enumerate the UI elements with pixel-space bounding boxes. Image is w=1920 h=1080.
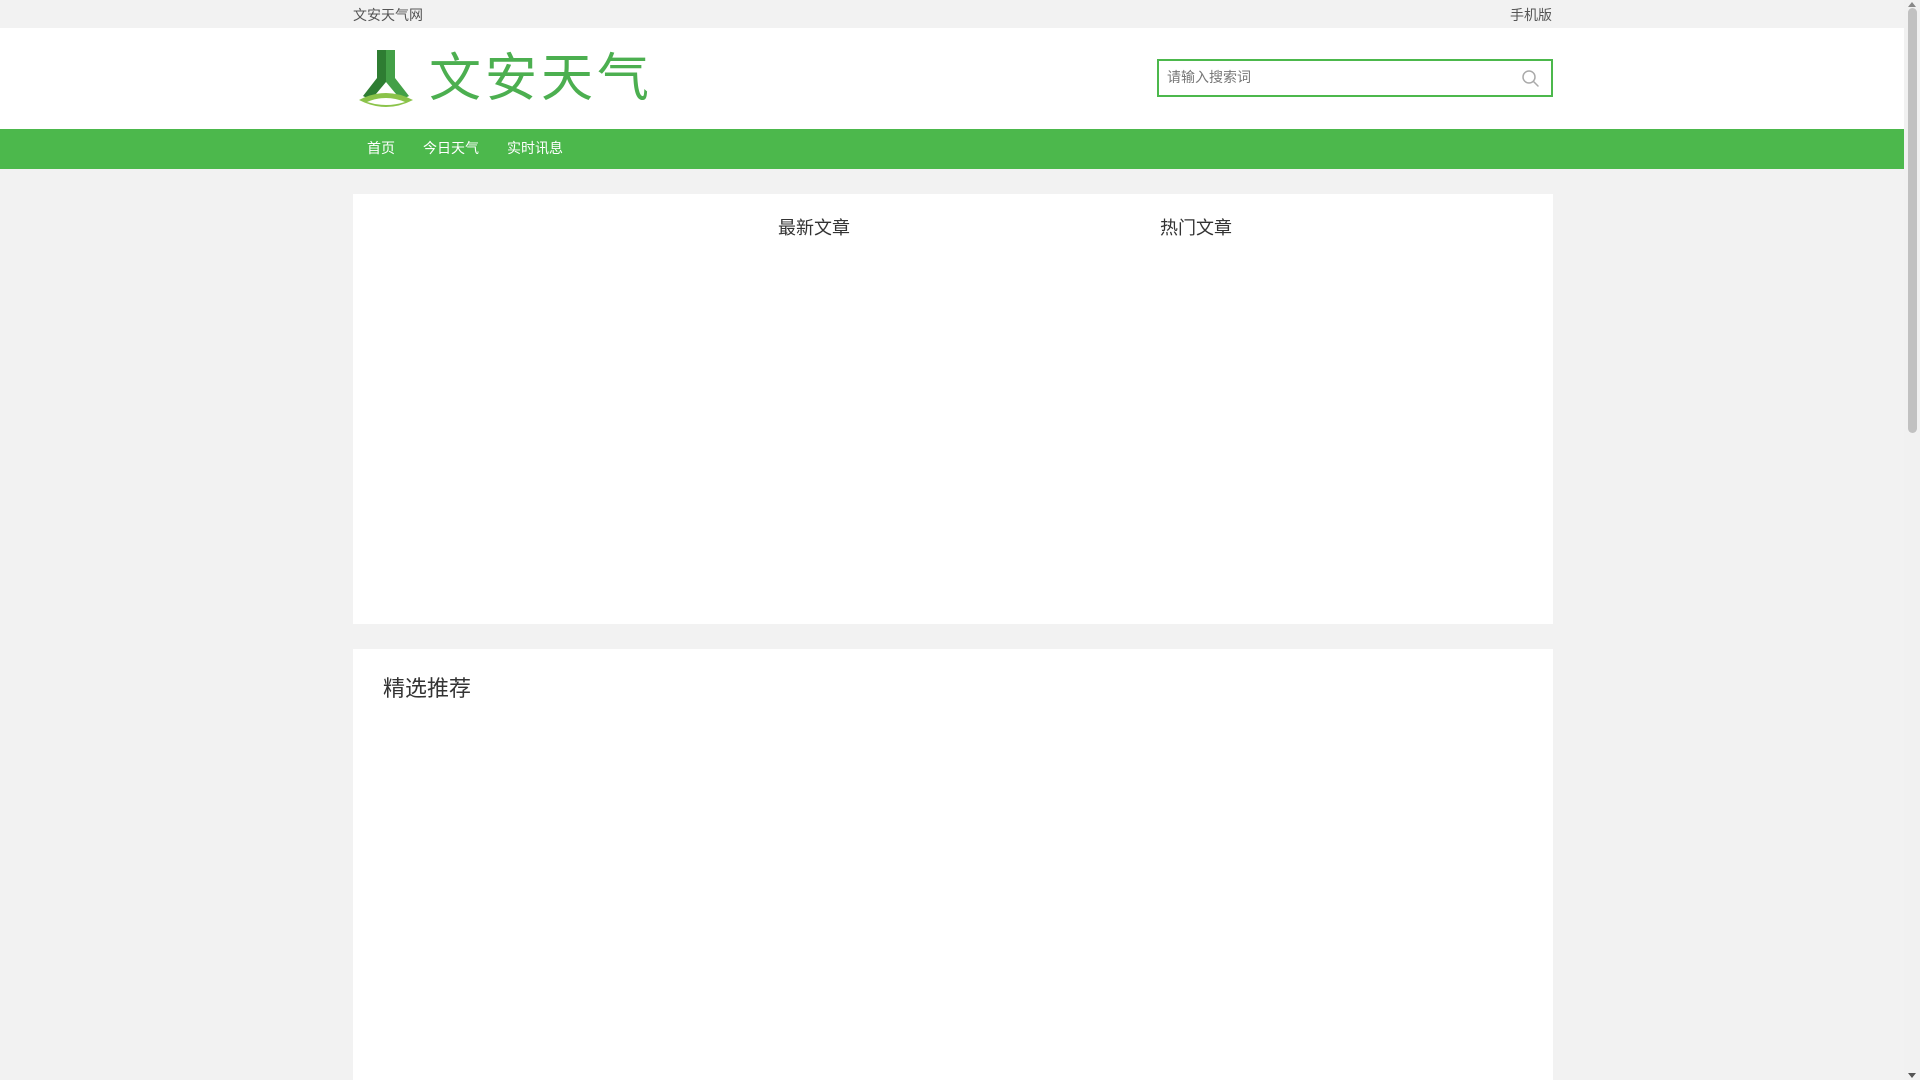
main-nav: 首页 今日天气 实时讯息 bbox=[0, 129, 1904, 169]
search-box bbox=[1157, 59, 1553, 97]
search-input[interactable] bbox=[1159, 61, 1499, 95]
logo-text: 文安天气 bbox=[429, 49, 654, 109]
nav-item-home[interactable]: 首页 bbox=[353, 129, 409, 169]
logo-mark-icon bbox=[359, 50, 413, 107]
mobile-version-link[interactable]: 手机版 bbox=[1510, 5, 1552, 25]
site-name: 文安天气网 bbox=[353, 8, 423, 24]
search-icon bbox=[1522, 70, 1539, 87]
search-button[interactable] bbox=[1521, 69, 1541, 89]
nav-item-realtime-news[interactable]: 实时讯息 bbox=[493, 129, 577, 169]
site-logo[interactable]: 文安天气 bbox=[353, 48, 653, 110]
hot-articles-title: 热门文章 bbox=[1160, 218, 1232, 239]
scroll-down-icon[interactable] bbox=[1908, 1073, 1916, 1078]
scrollbar-thumb[interactable] bbox=[1908, 8, 1917, 433]
articles-panel: 最新文章 热门文章 bbox=[353, 194, 1553, 624]
page-scrollbar[interactable] bbox=[1904, 0, 1920, 1080]
header: 文安天气 bbox=[0, 28, 1904, 129]
latest-articles-title: 最新文章 bbox=[778, 218, 850, 239]
scroll-up-icon[interactable] bbox=[1908, 2, 1916, 7]
featured-title: 精选推荐 bbox=[383, 677, 472, 702]
nav-item-today-weather[interactable]: 今日天气 bbox=[409, 129, 493, 169]
featured-panel: 精选推荐 bbox=[353, 649, 1553, 1080]
top-bar: 文安天气网 手机版 bbox=[0, 0, 1904, 28]
